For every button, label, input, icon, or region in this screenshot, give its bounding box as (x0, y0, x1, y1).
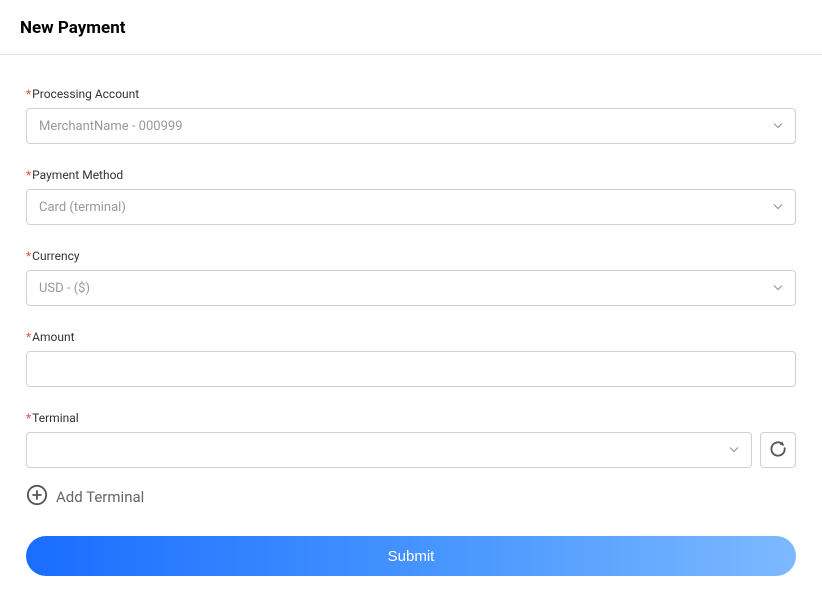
label-text: Payment Method (32, 168, 123, 182)
select-value: USD - ($) (39, 281, 90, 296)
label-text: Processing Account (32, 87, 139, 101)
select-value: Card (terminal) (39, 200, 126, 215)
payment-method-group: *Payment Method Card (terminal) (26, 168, 796, 225)
select-value: MerchantName - 000999 (39, 119, 183, 134)
processing-account-group: *Processing Account MerchantName - 00099… (26, 87, 796, 144)
page-header: New Payment (0, 0, 822, 55)
terminal-group: *Terminal (26, 411, 796, 468)
currency-group: *Currency USD - ($) (26, 249, 796, 306)
page-title: New Payment (20, 18, 802, 38)
add-terminal-button[interactable]: Add Terminal (26, 484, 796, 510)
amount-input[interactable] (26, 351, 796, 387)
processing-account-select-wrapper: MerchantName - 000999 (26, 108, 796, 144)
terminal-select[interactable] (26, 432, 752, 468)
currency-select[interactable]: USD - ($) (26, 270, 796, 306)
required-mark: * (26, 411, 31, 425)
processing-account-label: *Processing Account (26, 87, 796, 101)
required-mark: * (26, 168, 31, 182)
refresh-icon (768, 439, 788, 462)
label-text: Amount (32, 330, 74, 344)
add-terminal-label: Add Terminal (56, 488, 144, 506)
payment-method-label: *Payment Method (26, 168, 796, 182)
processing-account-select[interactable]: MerchantName - 000999 (26, 108, 796, 144)
label-text: Terminal (32, 411, 79, 425)
required-mark: * (26, 87, 31, 101)
terminal-select-wrapper (26, 432, 752, 468)
amount-group: *Amount (26, 330, 796, 387)
terminal-row (26, 432, 796, 468)
payment-method-select[interactable]: Card (terminal) (26, 189, 796, 225)
amount-label: *Amount (26, 330, 796, 344)
refresh-terminal-button[interactable] (760, 432, 796, 468)
currency-label: *Currency (26, 249, 796, 263)
payment-form: *Processing Account MerchantName - 00099… (0, 55, 822, 576)
terminal-label: *Terminal (26, 411, 796, 425)
submit-button[interactable]: Submit (26, 536, 796, 576)
required-mark: * (26, 330, 31, 344)
label-text: Currency (32, 249, 79, 263)
currency-select-wrapper: USD - ($) (26, 270, 796, 306)
plus-circle-icon (26, 484, 48, 510)
required-mark: * (26, 249, 31, 263)
payment-method-select-wrapper: Card (terminal) (26, 189, 796, 225)
